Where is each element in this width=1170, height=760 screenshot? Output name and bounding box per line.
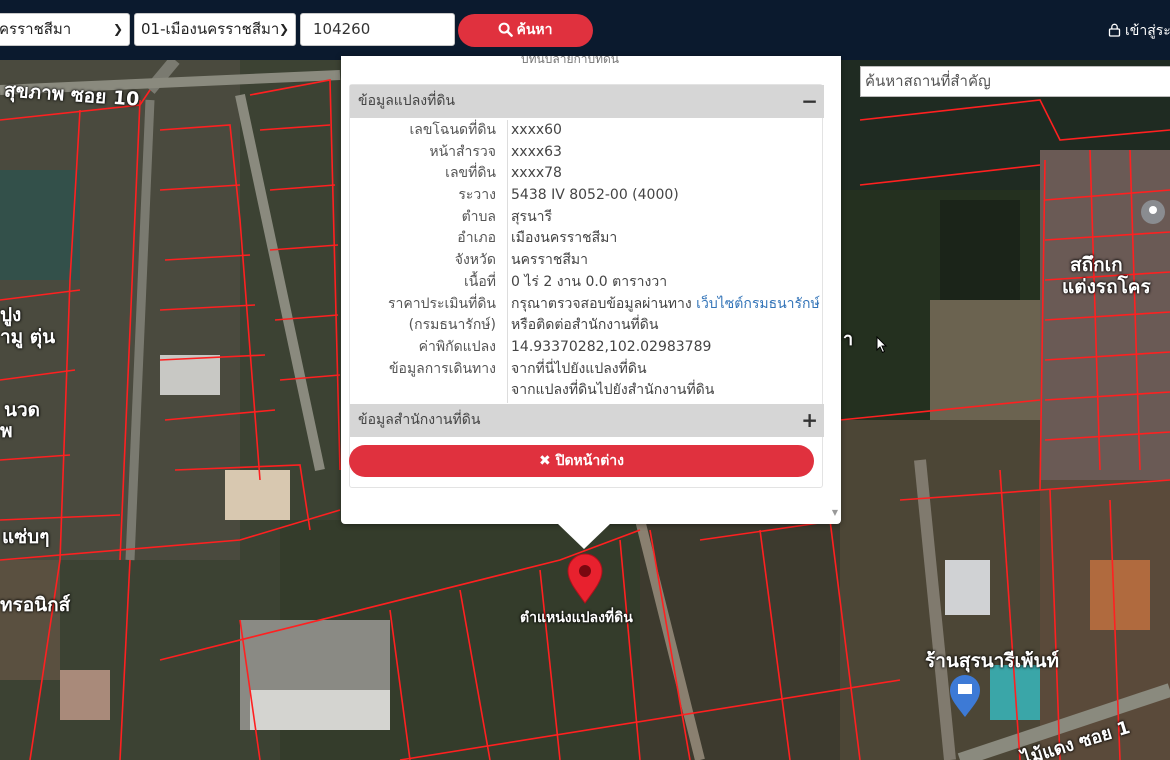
row-value: 0 ไร่ 2 งาน 0.0 ตารางวา — [511, 273, 668, 290]
info-row-area: เนื้อที่ 0 ไร่ 2 งาน 0.0 ตารางวา — [350, 272, 824, 294]
parcel-number-input[interactable]: 104260 — [300, 13, 455, 46]
close-button-label: ปิดหน้าต่าง — [555, 453, 625, 469]
row-value: เมืองนครราชสีมา — [511, 230, 618, 247]
map-label: ามู ตุ่น — [0, 326, 56, 348]
info-row-price-cont: (กรมธนารักษ์) หรือติดต่อสำนักงานที่ดิน — [350, 315, 824, 337]
parcel-number-value: 104260 — [313, 20, 371, 38]
popup-content: ข้อมูลแปลงที่ดิน − เลขโฉนดที่ดิน xxxx60 ห… — [349, 84, 824, 488]
land-info-rows: เลขโฉนดที่ดิน xxxx60 หน้าสำรวจ xxxx63 เลขท… — [350, 120, 824, 402]
scroll-down-arrow-icon[interactable]: ▼ — [832, 508, 838, 517]
coordinates-link[interactable]: 14.93370282,102.02983789 — [511, 337, 711, 359]
expand-icon[interactable]: + — [801, 404, 818, 437]
row-value: นครราชสีมา — [511, 252, 588, 269]
row-label: ระวาง — [458, 187, 496, 204]
info-row-coordinates: ค่าพิกัดแปลง 14.93370282,102.02983789 — [350, 337, 824, 359]
search-button[interactable]: ค้นหา — [458, 14, 593, 47]
treasury-website-link[interactable]: เว็บไซต์กรมธนารักษ์ — [696, 296, 820, 312]
close-icon: ✖ — [538, 453, 551, 469]
row-label: อำเภอ — [457, 230, 496, 247]
row-value: สุรนารี — [511, 208, 553, 225]
row-label: ราคาประเมินที่ดิน — [387, 295, 496, 312]
row-label: เลขโฉนดที่ดิน — [409, 122, 496, 138]
land-panel-header[interactable]: ข้อมูลแปลงที่ดิน − — [350, 85, 824, 118]
info-row-district: อำเภอ เมืองนครราชสีมา — [350, 228, 824, 250]
info-row-price: ราคาประเมินที่ดิน กรุณาตรวจสอบข้อมูลผ่าน… — [350, 294, 824, 316]
row-value: xxxx78 — [511, 165, 562, 182]
district-select[interactable]: 01-เมืองนครราชสีมา ❯ — [134, 13, 296, 46]
row-label: ตำบล — [461, 208, 496, 225]
info-row-sheet: ระวาง 5438 IV 8052-00 (4000) — [350, 185, 824, 207]
parcel-info-popup: บทนบลายกาบทดน ข้อมูลแปลงที่ดิน − เลขโฉนด… — [341, 52, 841, 524]
row-value: 5438 IV 8052-00 (4000) — [511, 187, 679, 204]
directions-to-office-link[interactable]: จากแปลงที่ดินไปยังสำนักงานที่ดิน — [511, 380, 714, 402]
info-row-province: จังหวัด นครราชสีมา — [350, 250, 824, 272]
row-value: หรือติดต่อสำนักงานที่ดิน — [511, 317, 659, 334]
login-link[interactable]: เข้าสู่ระ — [1108, 20, 1170, 42]
map-label: ร้านสุรนารีเพ้นท์ — [925, 650, 1060, 672]
row-label: เนื้อที่ — [464, 273, 496, 290]
map-label: แซ่บๆ — [2, 526, 50, 548]
place-search-placeholder: ค้นหาสถานที่สำคัญ — [865, 72, 991, 90]
truncated-heading: บทนบลายกาบทดน — [521, 52, 619, 66]
place-marker-icon[interactable] — [1141, 200, 1165, 224]
place-search-input[interactable]: ค้นหาสถานที่สำคัญ — [860, 66, 1170, 97]
lock-icon — [1108, 23, 1121, 37]
popup-pointer — [557, 523, 611, 549]
info-row-subdistrict: ตำบล สุรนารี — [350, 207, 824, 229]
close-window-button[interactable]: ✖ ปิดหน้าต่าง — [349, 445, 814, 477]
mouse-cursor-icon — [876, 336, 888, 354]
chevron-down-icon: ❯ — [112, 22, 123, 36]
row-label: เลขที่ดิน — [445, 165, 496, 182]
info-row-land-number: เลขที่ดิน xxxx78 — [350, 163, 824, 185]
map-label: พ — [0, 420, 13, 442]
province-select-value: ครราชสีมา — [0, 20, 72, 38]
land-panel-title: ข้อมูลแปลงที่ดิน — [358, 93, 456, 109]
collapse-icon[interactable]: − — [801, 85, 818, 118]
row-label: หน้าสำรวจ — [429, 143, 496, 160]
row-value: xxxx60 — [511, 122, 562, 138]
map-label: ทรอนิกส์ — [0, 594, 71, 616]
chevron-down-icon: ❯ — [278, 22, 289, 36]
directions-to-parcel-link[interactable]: จากที่นี่ไปยังแปลงที่ดิน — [511, 359, 647, 381]
search-button-label: ค้นหา — [516, 22, 553, 38]
map-label: า — [843, 329, 854, 350]
info-row-travel-2: จากแปลงที่ดินไปยังสำนักงานที่ดิน — [350, 380, 824, 402]
row-value: xxxx63 — [511, 143, 562, 160]
info-row-survey-page: หน้าสำรวจ xxxx63 — [350, 142, 824, 164]
row-value: กรุณาตรวจสอบข้อมูลผ่านทาง เว็บไซต์กรมธนา… — [511, 294, 820, 316]
district-select-value: 01-เมืองนครราชสีมา — [141, 20, 280, 38]
province-select[interactable]: ครราชสีมา ❯ — [0, 13, 130, 46]
pin-label: ตำแหน่งแปลงที่ดิน — [520, 610, 633, 626]
map-label: แต่งรถโคร — [1062, 276, 1151, 298]
office-panel-title: ข้อมูลสำนักงานที่ดิน — [358, 412, 481, 428]
login-label: เข้าสู่ระ — [1125, 23, 1170, 39]
price-text: กรุณาตรวจสอบข้อมูลผ่านทาง — [511, 295, 697, 312]
row-label: ค่าพิกัดแปลง — [418, 338, 496, 355]
search-icon — [499, 22, 514, 37]
row-label: (กรมธนารักษ์) — [408, 317, 496, 334]
row-label: จังหวัด — [454, 252, 496, 269]
row-label: ข้อมูลการเดินทาง — [388, 360, 496, 377]
office-panel-header[interactable]: ข้อมูลสำนักงานที่ดิน + — [350, 404, 824, 437]
info-row-travel: ข้อมูลการเดินทาง จากที่นี่ไปยังแปลงที่ดิ… — [350, 359, 824, 381]
info-row-deed: เลขโฉนดที่ดิน xxxx60 — [350, 120, 824, 142]
